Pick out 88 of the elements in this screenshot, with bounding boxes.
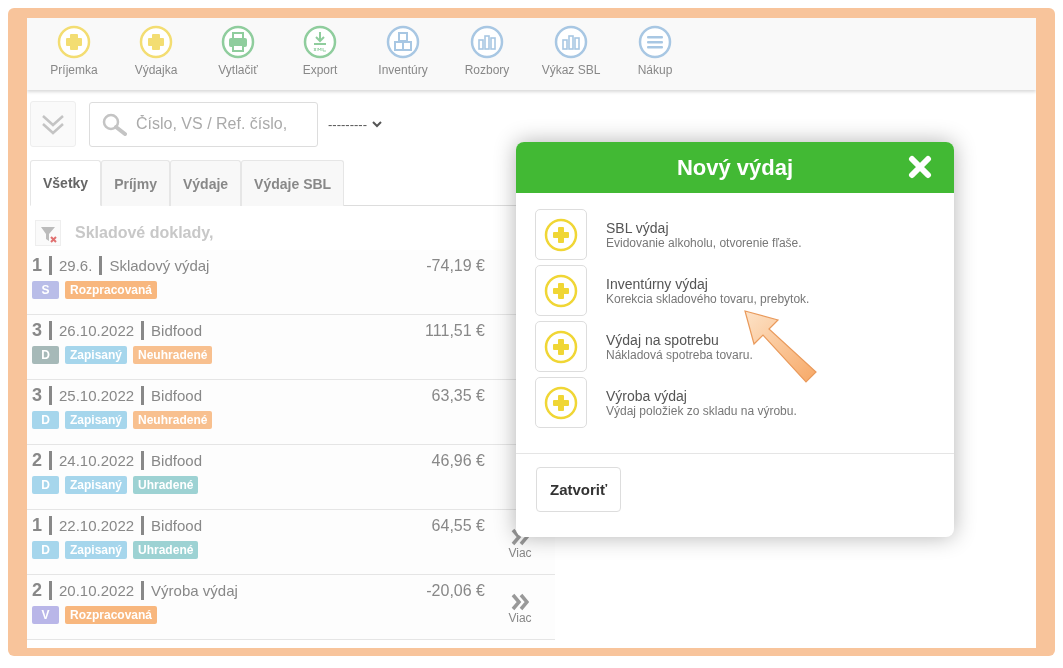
document-name: Bidfood — [151, 387, 202, 404]
document-date: 24.10.2022 — [59, 452, 135, 469]
toolbar-button[interactable]: Inventúry — [361, 18, 445, 90]
caret-icon — [370, 119, 383, 129]
status-tag: Zapisaný — [65, 476, 128, 494]
amount: 46,96 € — [430, 451, 485, 471]
status-tag: Rozpracovaná — [65, 281, 158, 299]
status-tag: Neuhradené — [133, 346, 213, 364]
option-label: Výdaj na spotrebu — [606, 331, 720, 348]
document-date: 29.6. — [59, 257, 93, 274]
option-description: Výdaj položiek zo skladu na výrobu. — [606, 403, 797, 418]
toolbar-button[interactable]: Export — [279, 18, 361, 90]
tab[interactable]: Príjmy — [101, 160, 170, 206]
double-chevron-icon — [511, 593, 529, 611]
add-button[interactable] — [535, 321, 587, 372]
search-icon — [101, 111, 127, 136]
dialog-title: Nový výdaj — [676, 154, 794, 181]
expand-button[interactable] — [30, 101, 76, 147]
item-count: 3 — [32, 320, 42, 341]
filter-dropdown[interactable]: --------- — [328, 116, 383, 132]
toolbar-button[interactable]: Výkaz SBL — [529, 18, 613, 90]
amount: -20,06 € — [425, 581, 485, 601]
status-tag: Zapisaný — [65, 411, 128, 429]
tab[interactable]: Výdaje SBL — [241, 160, 345, 206]
plus-icon — [544, 329, 578, 364]
add-button[interactable] — [535, 377, 587, 428]
amount: 64,55 € — [430, 516, 485, 536]
close-button[interactable] — [908, 155, 932, 179]
option-description: Korekcia skladového tovaru, prebytok. — [606, 291, 810, 306]
option-label: Inventúrny výdaj — [606, 275, 709, 292]
document-name: Bidfood — [151, 517, 202, 534]
status-tag: Uhradené — [133, 541, 199, 559]
toolbar-button[interactable]: Nákup — [613, 18, 697, 90]
add-button[interactable] — [535, 265, 587, 316]
search-field[interactable]: Číslo, VS / Ref. číslo, — [89, 101, 318, 147]
status-tag: D — [32, 411, 59, 429]
tab[interactable]: Výdaje — [169, 160, 242, 206]
more-button[interactable]: Viac — [508, 575, 532, 639]
toolbar-button[interactable]: Vytlačiť — [197, 18, 279, 90]
amount: -74,19 € — [425, 256, 485, 276]
toolbar-button[interactable]: Výdajka — [115, 18, 197, 90]
amount: 111,51 € — [424, 321, 485, 341]
option-description: Evidovanie alkoholu, otvorenie fľaše. — [606, 235, 802, 250]
option-description: Nákladová spotreba tovaru. — [606, 347, 753, 362]
document-name: Výroba výdaj — [151, 582, 238, 599]
status-tag: Zapisaný — [65, 541, 128, 559]
status-tag: Rozpracovaná — [65, 606, 158, 624]
add-button[interactable] — [535, 209, 587, 260]
item-count: 2 — [32, 450, 42, 471]
status-tag: Uhradené — [133, 476, 199, 494]
toolbar-button[interactable]: Príjemka — [33, 18, 115, 90]
clear-filter-button[interactable] — [35, 220, 61, 246]
document-name: Bidfood — [151, 452, 202, 469]
status-tag: D — [32, 476, 59, 494]
document-date: 26.10.2022 — [59, 322, 135, 339]
boxes-icon — [386, 25, 420, 59]
bar-chart-icon — [470, 25, 504, 59]
toolbar-button[interactable]: Rozbory — [445, 18, 529, 90]
option-label: Výroba výdaj — [606, 387, 688, 404]
document-date: 25.10.2022 — [59, 387, 135, 404]
plus-icon — [139, 25, 173, 59]
status-tag: Zapisaný — [65, 346, 128, 364]
plus-icon — [544, 217, 578, 252]
status-tag: D — [32, 541, 59, 559]
menu-icon — [638, 25, 672, 59]
status-tag: S — [32, 281, 59, 299]
download-icon — [303, 25, 337, 59]
plus-icon — [57, 25, 91, 59]
document-name: Bidfood — [151, 322, 202, 339]
item-count: 1 — [32, 515, 42, 536]
status-tag: Neuhradené — [133, 411, 213, 429]
status-tag: V — [32, 606, 59, 624]
document-date: 20.10.2022 — [59, 582, 135, 599]
bar-chart-icon — [554, 25, 588, 59]
plus-icon — [544, 385, 578, 420]
plus-icon — [544, 273, 578, 308]
item-count: 1 — [32, 255, 42, 276]
close-icon — [908, 155, 932, 179]
option-label: SBL výdaj — [606, 219, 670, 236]
item-count: 3 — [32, 385, 42, 406]
amount: 63,35 € — [430, 386, 485, 406]
item-count: 2 — [32, 580, 42, 601]
document-date: 22.10.2022 — [59, 517, 135, 534]
printer-icon — [221, 25, 255, 59]
close-dialog-button[interactable]: Zatvoriť — [536, 467, 622, 512]
tab[interactable]: Všetky — [30, 160, 102, 206]
status-tag: D — [32, 346, 59, 364]
document-name: Skladový výdaj — [109, 257, 210, 274]
